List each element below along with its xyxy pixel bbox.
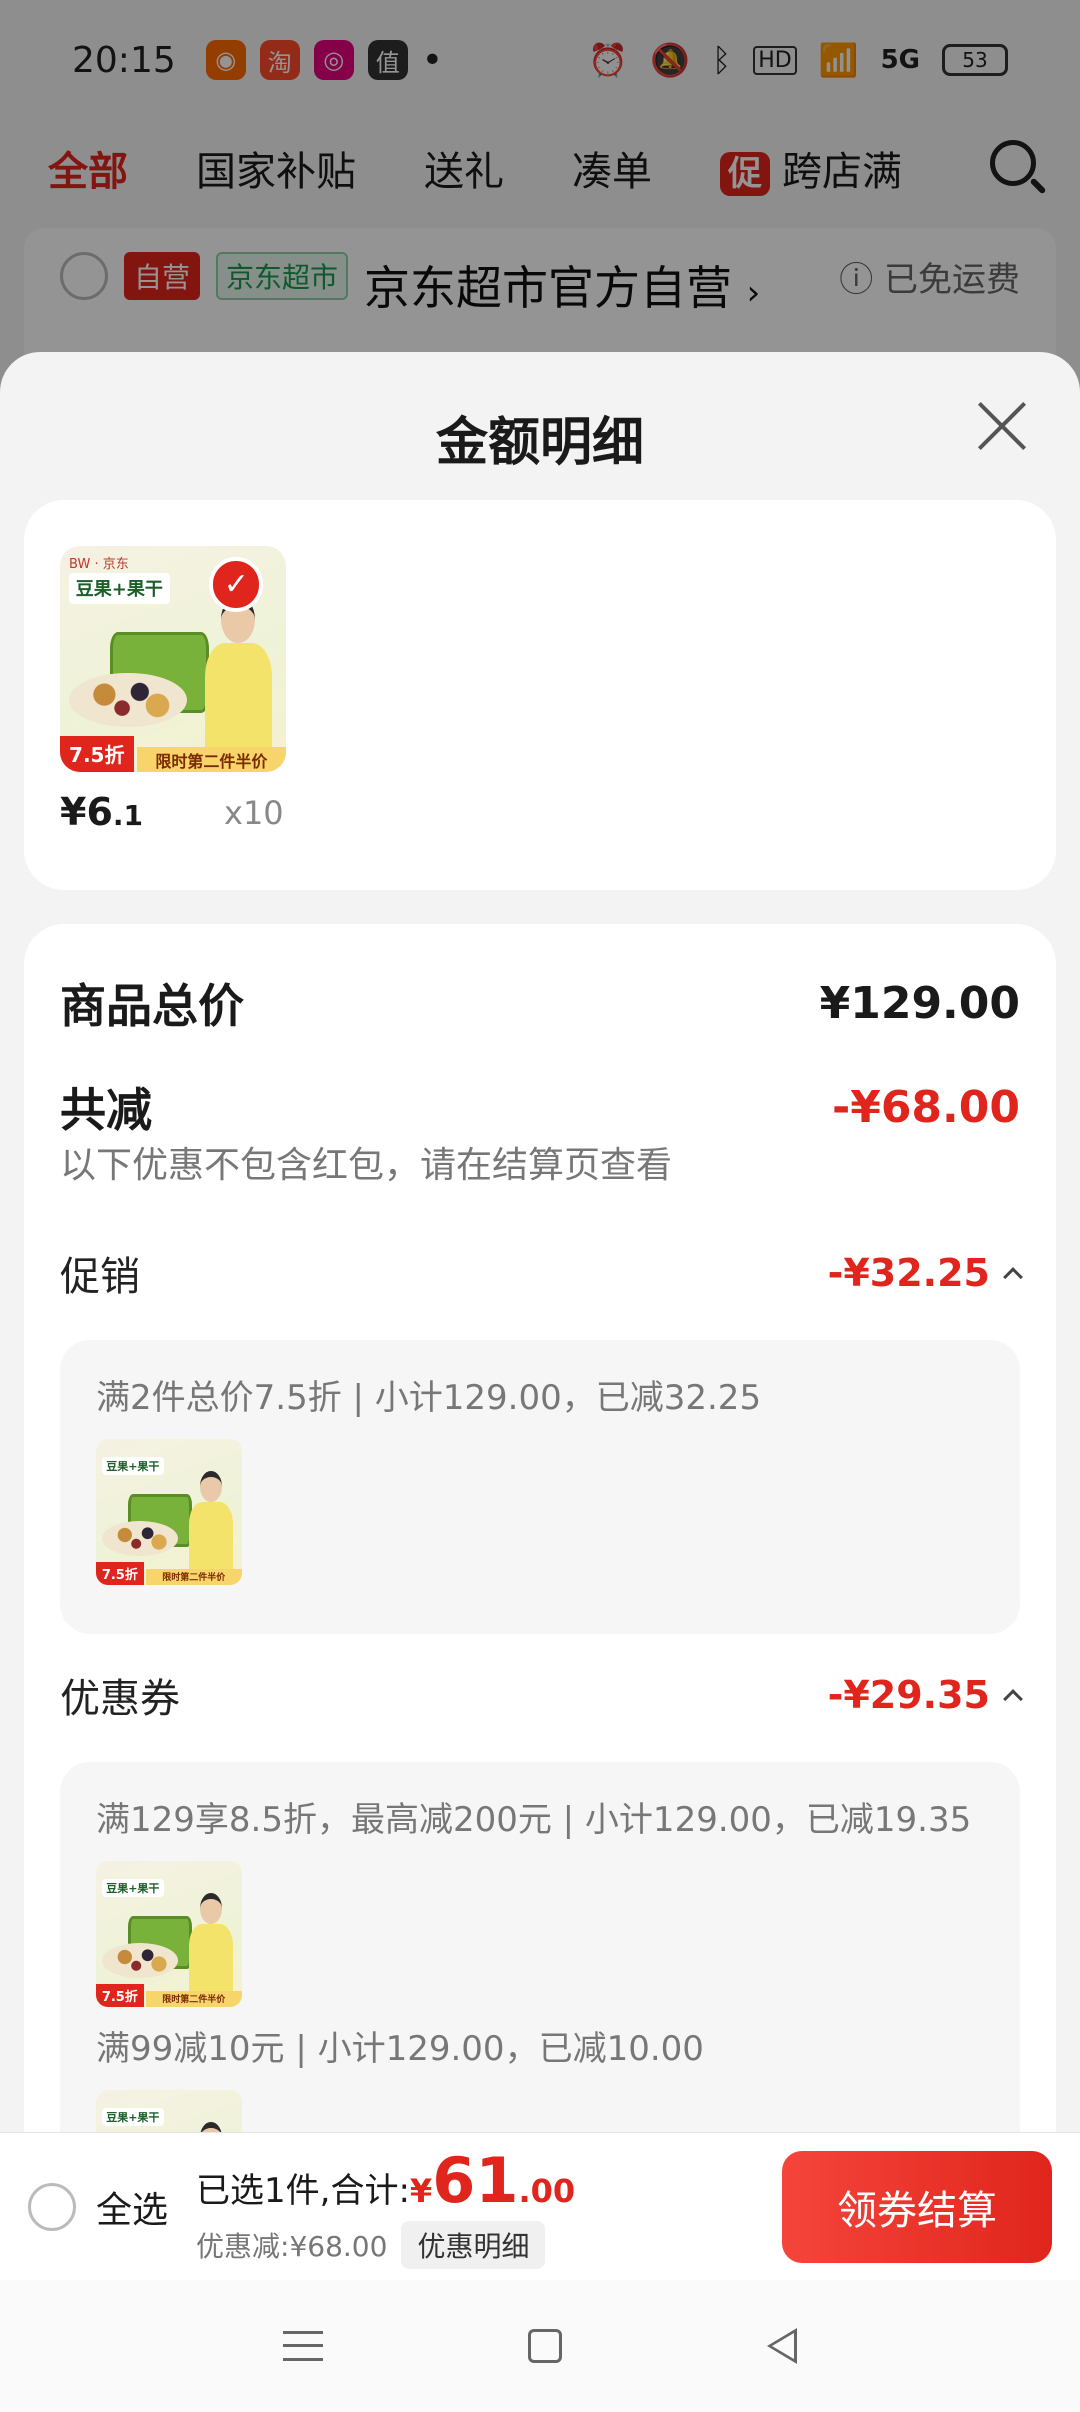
coupon-value: -¥29.35: [827, 1673, 990, 1717]
promotion-value: -¥32.25: [827, 1251, 990, 1295]
selected-check-icon: ✓: [209, 557, 264, 612]
selected-count-text: 已选1件,合计:: [196, 2171, 410, 2211]
coupon-detail-box: 满129享8.5折，最高减200元 | 小计129.00，已减19.35 豆果+…: [60, 1762, 1020, 2132]
promotion-product-thumbnail[interactable]: 豆果+果干 7.5折 限时第二件半价: [96, 1439, 242, 1585]
amount-detail-sheet: 金额明细 BW · 京东 豆果+果干 7.5折 限时第二件半价 ✓ ¥6.1 x…: [0, 352, 1080, 2132]
coupon-product-thumbnail[interactable]: 豆果+果干 7.5折 限时第二件半价: [96, 1861, 242, 2007]
product-image-title: 豆果+果干: [69, 573, 170, 604]
discount-amount-text: 优惠减:¥68.00: [196, 2230, 388, 2263]
total-currency: ¥: [409, 2172, 433, 2210]
close-icon[interactable]: [974, 398, 1030, 454]
select-all-radio[interactable]: [28, 2182, 76, 2231]
promotion-rule: 满2件总价7.5折 | 小计129.00，已减32.25: [96, 1378, 762, 1418]
chevron-up-icon: [1003, 1267, 1023, 1287]
product-discount-badge: 7.5折: [60, 735, 134, 772]
total-price-value: ¥129.00: [819, 977, 1020, 1029]
promotion-header[interactable]: 促销 -¥32.25: [60, 1244, 1023, 1302]
total-reduce-value: -¥68.00: [831, 1081, 1020, 1133]
total-price-label: 商品总价: [60, 979, 244, 1033]
coupon-product-thumbnail[interactable]: 豆果+果干: [96, 2090, 242, 2132]
home-icon[interactable]: [527, 2329, 562, 2363]
product-endorser-graphic: [204, 595, 273, 754]
coupon-rule-1: 满129享8.5折，最高减200元 | 小计129.00，已减19.35: [96, 1800, 972, 1840]
checkout-bar: 全选 已选1件,合计: ¥ 61 .00 优惠减:¥68.00 优惠明细 领券结…: [0, 2132, 1080, 2280]
discount-detail-button[interactable]: 优惠明细: [401, 2221, 546, 2269]
dim-overlay[interactable]: [0, 0, 1080, 400]
total-amount-decimal: .00: [518, 2172, 576, 2210]
price-detail-card: 商品总价 ¥129.00 共减 -¥68.00 以下优惠不包含红包，请在结算页查…: [24, 924, 1056, 2132]
product-half-price-banner: 限时第二件半价: [136, 747, 286, 772]
total-summary: 已选1件,合计: ¥ 61 .00 优惠减:¥68.00 优惠明细: [196, 2144, 575, 2269]
sheet-title: 金额明细: [435, 413, 644, 473]
coupon-header[interactable]: 优惠券 -¥29.35: [60, 1666, 1023, 1724]
total-reduce-label: 共减: [60, 1083, 152, 1137]
system-nav-bar: [0, 2280, 1080, 2412]
red-packet-note: 以下优惠不包含红包，请在结算页查看: [60, 1145, 673, 1186]
coupon-rule-2: 满99减10元 | 小计129.00，已减10.00: [96, 2029, 704, 2069]
promotion-label: 促销: [60, 1254, 140, 1300]
discount-line: 优惠减:¥68.00 优惠明细: [196, 2221, 575, 2269]
total-reduce-row: 共减 -¥68.00: [60, 1074, 1020, 1140]
product-quantity: x10: [224, 794, 284, 832]
chevron-up-icon: [1003, 1689, 1023, 1709]
total-price-row: 商品总价 ¥129.00: [60, 970, 1020, 1036]
select-all-label: 全选: [96, 2189, 169, 2231]
promotion-detail-box: 满2件总价7.5折 | 小计129.00，已减32.25 豆果+果干 7.5折 …: [60, 1340, 1020, 1634]
checkout-button[interactable]: 领券结算: [782, 2150, 1052, 2263]
product-card: BW · 京东 豆果+果干 7.5折 限时第二件半价 ✓ ¥6.1 x10: [24, 500, 1056, 890]
product-image[interactable]: BW · 京东 豆果+果干 7.5折 限时第二件半价 ✓: [60, 546, 286, 772]
back-icon[interactable]: [767, 2328, 798, 2364]
select-all[interactable]: 全选: [28, 2181, 168, 2233]
recent-apps-icon[interactable]: [282, 2331, 323, 2361]
total-amount-integer: 61: [432, 2144, 519, 2217]
product-brand: BW · 京东: [69, 556, 129, 572]
selected-total-line: 已选1件,合计: ¥ 61 .00: [196, 2144, 575, 2217]
product-unit-price: ¥6.1: [60, 790, 144, 834]
product-nuts-graphic: [69, 672, 187, 727]
coupon-label: 优惠券: [60, 1676, 180, 1722]
